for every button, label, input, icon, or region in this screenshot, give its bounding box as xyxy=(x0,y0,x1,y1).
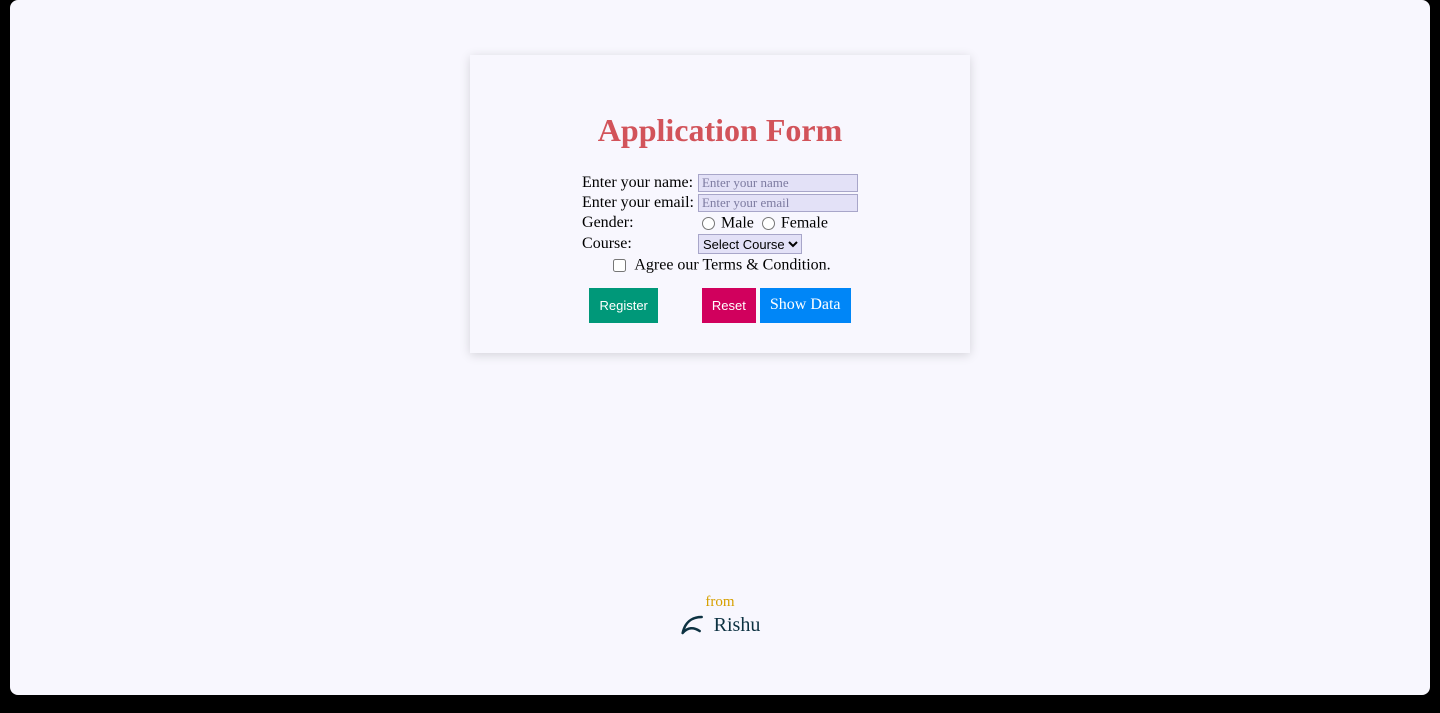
register-button[interactable]: Register xyxy=(589,288,657,323)
signature-icon xyxy=(680,613,706,637)
reset-button[interactable]: Reset xyxy=(702,288,756,323)
application-form-card: Application Form Enter your name: Enter … xyxy=(470,55,970,353)
footer-from: from xyxy=(680,594,761,611)
row-course: Course: Select Course xyxy=(580,233,860,255)
button-row: Register Reset Show Data xyxy=(505,288,935,323)
form-title: Application Form xyxy=(505,112,935,149)
row-gender: Gender: Male Female xyxy=(580,213,860,233)
gender-female-radio[interactable] xyxy=(762,217,775,230)
email-label: Enter your email: xyxy=(580,193,696,213)
gender-label: Gender: xyxy=(580,213,696,233)
form-table: Enter your name: Enter your email: Gende… xyxy=(580,173,860,276)
course-select[interactable]: Select Course xyxy=(698,234,802,254)
email-input[interactable] xyxy=(698,194,858,212)
footer-name: Rishu xyxy=(714,614,761,637)
gender-male-radio[interactable] xyxy=(702,217,715,230)
row-terms: Agree our Terms & Condition. xyxy=(580,255,860,276)
terms-checkbox[interactable] xyxy=(613,259,626,272)
footer-signature: Rishu xyxy=(680,613,761,637)
course-label: Course: xyxy=(580,233,696,255)
name-label: Enter your name: xyxy=(580,173,696,193)
page-surface: Application Form Enter your name: Enter … xyxy=(10,0,1430,695)
gender-female-label: Female xyxy=(781,214,828,231)
gender-male-label: Male xyxy=(721,214,754,231)
show-data-button[interactable]: Show Data xyxy=(760,288,851,323)
footer: from Rishu xyxy=(680,594,761,637)
terms-label: Agree our Terms & Condition. xyxy=(634,257,830,274)
row-email: Enter your email: xyxy=(580,193,860,213)
row-name: Enter your name: xyxy=(580,173,860,193)
name-input[interactable] xyxy=(698,174,858,192)
